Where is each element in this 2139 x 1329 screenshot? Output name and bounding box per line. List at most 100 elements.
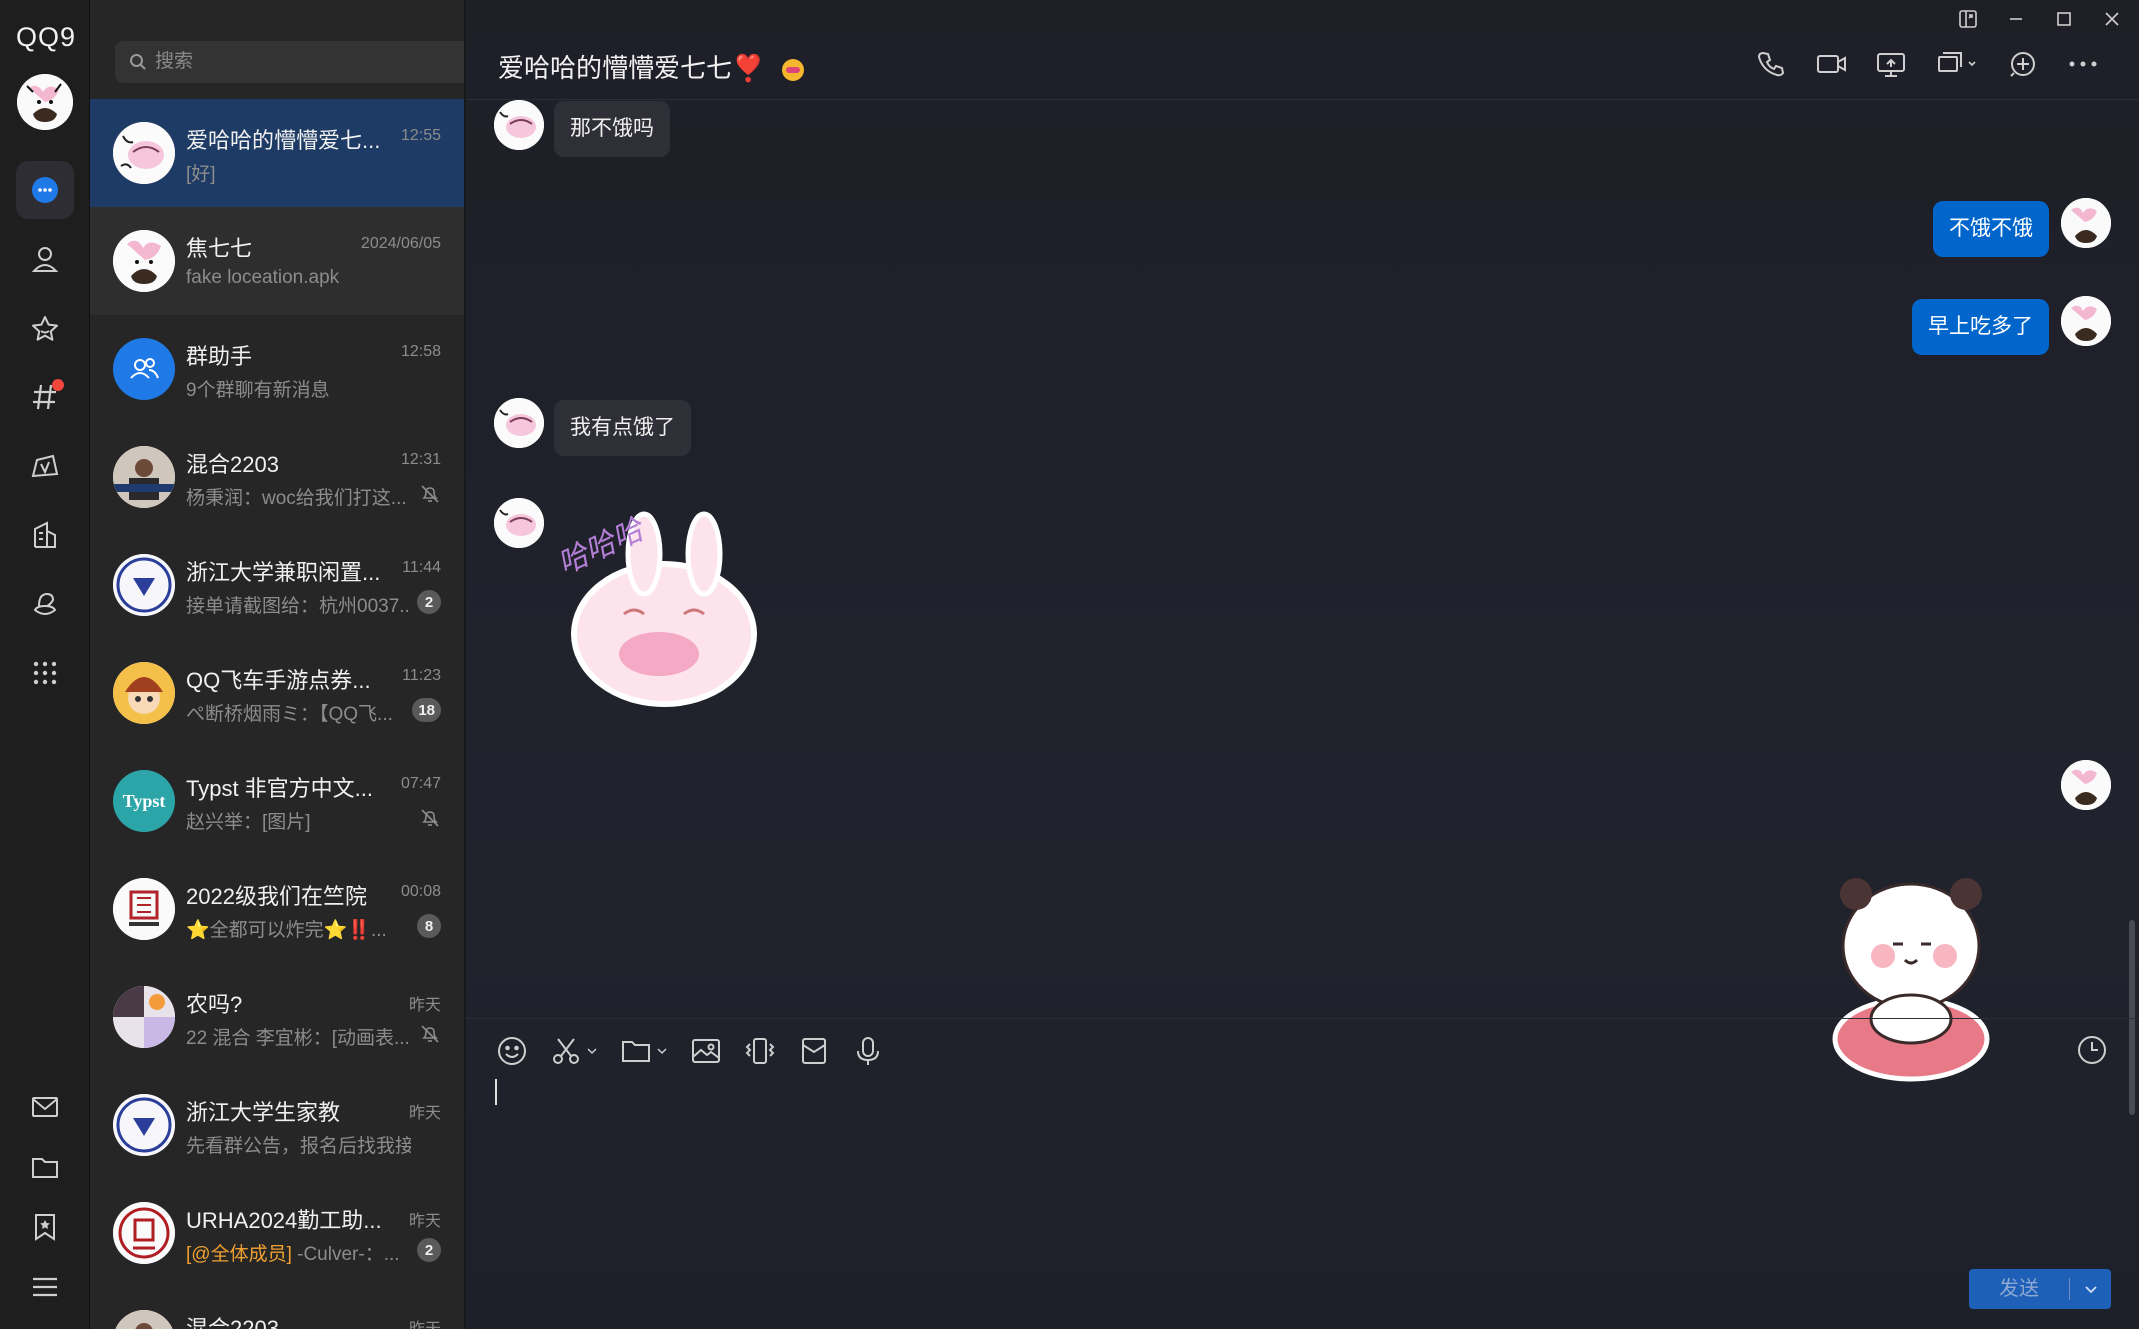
- more-options-button[interactable]: [2067, 48, 2099, 80]
- contacts-tab[interactable]: [16, 230, 74, 288]
- bookmarks-tab[interactable]: [16, 1198, 74, 1256]
- conversation-preview: ⭐全都可以炸完⭐‼️...: [186, 920, 387, 941]
- close-button[interactable]: [2101, 8, 2123, 30]
- message-history-button[interactable]: [2075, 1033, 2109, 1067]
- chat-title-text: 爱哈哈的懵懵爱七七❣️: [498, 53, 765, 83]
- space-tab[interactable]: [16, 575, 74, 633]
- chevron-down-icon: [2084, 1286, 2097, 1294]
- my-avatar[interactable]: [2061, 760, 2111, 810]
- conversation-item[interactable]: Typst Typst 非官方中文... 07:47 赵兴举：[图片]: [90, 747, 464, 855]
- conversation-time: 2024/06/05: [360, 235, 441, 252]
- conversation-item[interactable]: 浙江大学兼职闲置... 11:44 接单请截图给：杭州0037... 2: [90, 531, 464, 639]
- conversation-item[interactable]: 混合2203 12:31 杨秉润：woc给我们打这...: [90, 423, 464, 531]
- message-bubble[interactable]: 不饿不饿: [1933, 201, 2049, 257]
- search-icon: [130, 54, 146, 70]
- files-tab[interactable]: [16, 1138, 74, 1196]
- conversation-name: QQ飞车手游点券...: [186, 668, 371, 693]
- screen-share-button[interactable]: [1875, 48, 1907, 80]
- channels-tab[interactable]: [16, 368, 74, 426]
- video-camera-icon: [1817, 55, 1846, 73]
- screenshot-button[interactable]: [550, 1033, 598, 1069]
- conversation-item[interactable]: URHA2024勤工助... 昨天 [@全体成员] -Culver-：... 2: [90, 1179, 464, 1287]
- my-avatar[interactable]: [17, 74, 73, 130]
- send-button-group: 发送: [1969, 1269, 2111, 1309]
- apps-tab[interactable]: [16, 506, 74, 564]
- window-controls: [1957, 8, 2123, 30]
- chat-header-actions: [1755, 48, 2099, 80]
- chat-bubble-icon: [32, 177, 58, 203]
- send-button[interactable]: 发送: [1969, 1269, 2069, 1309]
- conversation-time: 12:58: [400, 343, 441, 360]
- contact-avatar[interactable]: [494, 398, 544, 448]
- screen-share-icon: [1877, 53, 1905, 77]
- conversation-item[interactable]: QQ飞车手游点券... 11:23 ぺ断桥烟雨ミ：【QQ飞... 18: [90, 639, 464, 747]
- phone-icon: [1757, 51, 1785, 77]
- conversation-item[interactable]: 群助手 12:58 9个群聊有新消息: [90, 315, 464, 423]
- unread-badge: 8: [417, 914, 441, 938]
- conversation-item[interactable]: 浙江大学生家教 昨天 先看群公告，报名后找我接...: [90, 1071, 464, 1179]
- search-box[interactable]: [115, 41, 464, 83]
- send-image-button[interactable]: [690, 1033, 722, 1069]
- preview-text: -Culver-：...: [291, 1244, 400, 1265]
- conversation-time: 昨天: [408, 1105, 441, 1122]
- person-icon: [31, 247, 59, 272]
- video-call-button[interactable]: [1815, 48, 1847, 80]
- building-icon: [34, 521, 56, 548]
- unread-badge: 2: [417, 1238, 441, 1262]
- shake-button[interactable]: [744, 1033, 776, 1069]
- microphone-icon: [857, 1037, 879, 1065]
- conversation-item[interactable]: 农吗? 昨天 22 混合 李宜彬：[动画表...: [90, 963, 464, 1071]
- avatar: [113, 662, 175, 724]
- contact-avatar[interactable]: [494, 498, 544, 548]
- avatar-text: Typst: [122, 790, 166, 811]
- mail-tab[interactable]: [16, 1078, 74, 1136]
- send-file-button[interactable]: [620, 1033, 668, 1069]
- message-bubble[interactable]: 我有点饿了: [554, 400, 691, 456]
- contact-avatar[interactable]: [494, 100, 544, 150]
- conversation-time: 11:44: [402, 559, 441, 576]
- conversation-preview: 杨秉润：woc给我们打这...: [186, 488, 407, 509]
- conversation-name: 农吗?: [186, 992, 243, 1017]
- app-logo: QQ9: [16, 22, 77, 52]
- message-bubble[interactable]: 那不饿吗: [554, 101, 670, 157]
- add-member-button[interactable]: [2007, 48, 2039, 80]
- voice-message-button[interactable]: [852, 1033, 884, 1069]
- composer-toolbar: [496, 1033, 884, 1069]
- search-input[interactable]: [155, 51, 445, 73]
- messages-tab[interactable]: [16, 161, 74, 219]
- folder-icon: [32, 1158, 58, 1178]
- games-tab[interactable]: [16, 437, 74, 495]
- more-apps-tab[interactable]: [16, 644, 74, 702]
- my-avatar[interactable]: [2061, 296, 2111, 346]
- conversation-item[interactable]: 混合2203 昨天: [90, 1287, 464, 1329]
- avatar: [113, 446, 175, 508]
- chat-header: 爱哈哈的懵懵爱七七❣️: [466, 0, 2139, 100]
- voice-call-button[interactable]: [1755, 48, 1787, 80]
- conversation-item[interactable]: 2022级我们在竺院 00:08 ⭐全都可以炸完⭐‼️... 8: [90, 855, 464, 963]
- favorites-tab[interactable]: [16, 300, 74, 358]
- unread-badge: 2: [417, 590, 441, 614]
- conversation-preview: fake loceation.apk: [186, 267, 340, 288]
- chevron-down-icon: [657, 1048, 667, 1055]
- conversation-item[interactable]: 爱哈哈的懵懵爱七... 12:55 [好]: [90, 99, 464, 207]
- red-packet-button[interactable]: [798, 1033, 830, 1069]
- at-all-mention: [@全体成员]: [186, 1244, 292, 1265]
- conversation-time: 12:55: [400, 127, 441, 144]
- notification-dot: [52, 379, 64, 391]
- conversation-time: 07:47: [400, 775, 441, 792]
- conversation-item[interactable]: 焦七七 2024/06/05 fake loceation.apk: [90, 207, 464, 315]
- maximize-button[interactable]: [2053, 8, 2075, 30]
- smiley-icon: [498, 1037, 526, 1065]
- message-bubble[interactable]: 早上吃多了: [1912, 299, 2049, 355]
- message-composer: 发送: [466, 1018, 2139, 1329]
- minimize-button[interactable]: [2005, 8, 2027, 30]
- emoji-button[interactable]: [496, 1033, 528, 1069]
- pin-window-button[interactable]: [1957, 8, 1979, 30]
- bunny-laughing-sticker[interactable]: 哈哈哈: [553, 504, 774, 714]
- send-options-button[interactable]: [2070, 1269, 2111, 1309]
- text-input-caret[interactable]: [495, 1079, 497, 1105]
- conversation-preview: 9个群聊有新消息: [186, 380, 330, 401]
- my-avatar[interactable]: [2061, 198, 2111, 248]
- main-menu-button[interactable]: [16, 1258, 74, 1316]
- remote-assist-button[interactable]: [1935, 48, 1979, 80]
